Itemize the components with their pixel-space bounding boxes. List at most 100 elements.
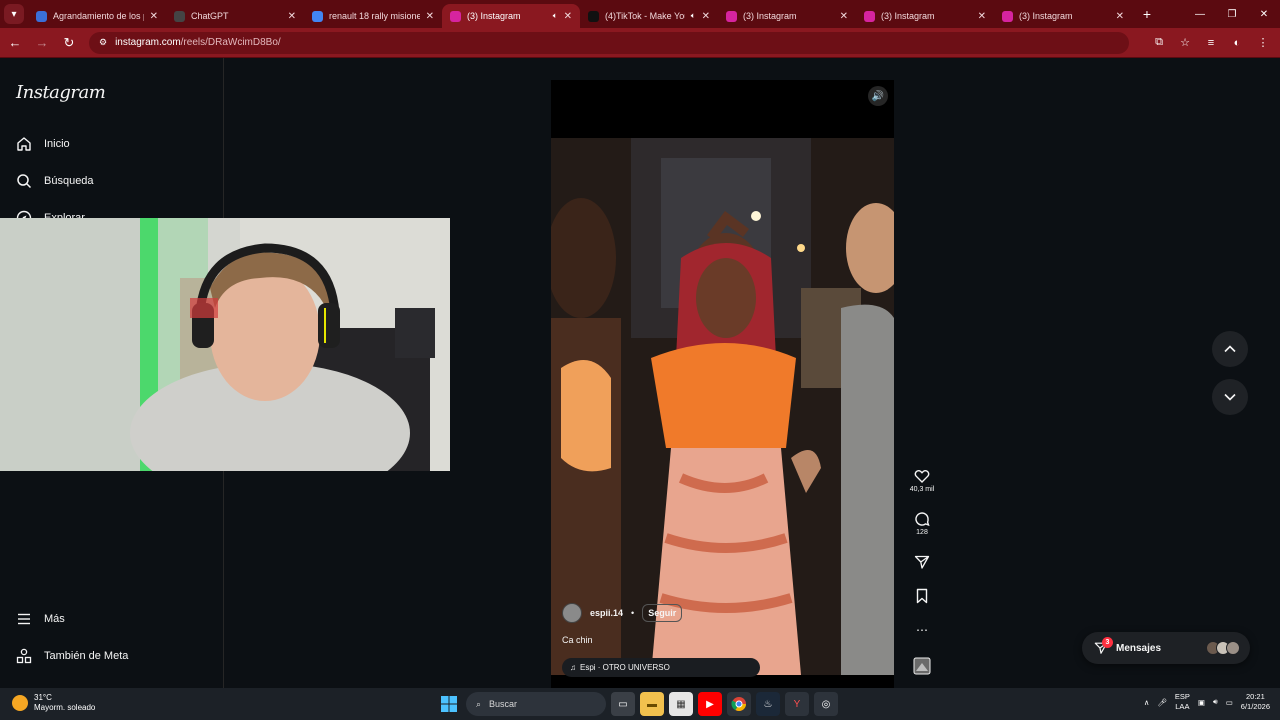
tab-close-icon[interactable]: ✕: [840, 11, 848, 22]
music-note-icon: ♫: [570, 663, 576, 672]
more-options-icon[interactable]: ⋯: [902, 623, 942, 637]
close-window-icon[interactable]: ✕: [1248, 0, 1280, 28]
tab-close-icon[interactable]: ✕: [150, 11, 158, 22]
media-control-icon[interactable]: ≡: [1200, 32, 1222, 54]
yandex-icon[interactable]: Y: [785, 692, 809, 716]
messages-button[interactable]: 3 Mensajes: [1082, 632, 1250, 664]
back-button[interactable]: ←: [3, 31, 27, 55]
youtube-icon[interactable]: ▶: [698, 692, 722, 716]
app-badge-icon[interactable]: ◎: [814, 692, 838, 716]
author-separator: •: [631, 608, 635, 618]
reel-video[interactable]: [551, 138, 894, 675]
nav-search[interactable]: Búsqueda: [16, 173, 94, 189]
new-tab-button[interactable]: +: [1136, 6, 1158, 22]
comment-icon: [915, 512, 930, 527]
browser-tab[interactable]: renault 18 rally misiones ✕: [304, 4, 442, 28]
address-bar[interactable]: ⚙ instagram.com/reels/DRaWcimD8Bo/: [89, 31, 1129, 54]
tab-close-icon[interactable]: ✕: [702, 11, 710, 22]
url-path: /reels/DRaWcimD8Bo/: [180, 37, 281, 48]
audio-cover-icon: [913, 657, 931, 675]
previous-reel-button[interactable]: [1212, 331, 1248, 367]
instagram-logo[interactable]: Instagram: [16, 82, 106, 103]
save-action[interactable]: [902, 588, 942, 606]
share-action[interactable]: [902, 554, 942, 572]
search-icon: [16, 173, 32, 189]
language-indicator[interactable]: ESP LAA: [1175, 692, 1190, 712]
reel-author: espii.14 • Seguir: [562, 603, 683, 623]
shield-icon: [36, 10, 47, 22]
browser-tab[interactable]: (3) Instagram 🔈︎ ✕: [442, 4, 580, 28]
file-explorer-icon[interactable]: ▬: [640, 692, 664, 716]
nav-more-label: Más: [44, 613, 65, 625]
taskbar-search[interactable]: ⌕ Buscar: [466, 692, 606, 716]
chrome-icon[interactable]: [727, 692, 751, 716]
next-reel-button[interactable]: [1212, 379, 1248, 415]
browser-tab[interactable]: Agrandamiento de los pe ✕: [28, 4, 166, 28]
browser-tab[interactable]: (3) Instagram ✕: [856, 4, 994, 28]
mute-toggle-icon[interactable]: 🔊: [868, 86, 888, 106]
tab-list: Agrandamiento de los pe ✕ ChatGPT ✕ renault …: [28, 0, 1132, 28]
forward-button[interactable]: →: [30, 31, 54, 55]
volume-icon[interactable]: 🔊︎: [1213, 697, 1218, 707]
screen: ▾ Agrandamiento de los pe ✕ ChatGPT ✕ renaul…: [0, 0, 1280, 720]
tab-audio-icon[interactable]: 🔈︎: [691, 11, 696, 21]
tab-close-icon[interactable]: ✕: [564, 11, 572, 22]
tab-close-icon[interactable]: ✕: [426, 11, 434, 22]
steam-icon[interactable]: ♨: [756, 692, 780, 716]
like-action[interactable]: 40,3 mil: [902, 468, 942, 493]
reload-button[interactable]: ↻: [57, 31, 81, 55]
tab-title: (3) Instagram: [467, 11, 521, 21]
tab-search-button[interactable]: ▾: [4, 4, 24, 24]
weather-widget[interactable]: 31°C Mayorm. soleado: [12, 693, 95, 713]
network-icon[interactable]: ▣: [1198, 698, 1205, 707]
follow-button[interactable]: Seguir: [642, 604, 683, 622]
browser-tab[interactable]: (4)TikTok - Make Your Day 🔈︎ ✕: [580, 4, 718, 28]
reel-caption: Ca chin: [562, 635, 593, 645]
install-app-icon[interactable]: ⧉: [1148, 32, 1170, 54]
task-view-icon[interactable]: ▭: [611, 692, 635, 716]
message-avatars: [1206, 641, 1240, 655]
store-icon[interactable]: ▦: [669, 692, 693, 716]
nav-meta[interactable]: También de Meta: [16, 648, 128, 664]
browser-toolbar: ← → ↻ ⚙ instagram.com/reels/DRaWcimD8Bo/…: [0, 28, 1280, 58]
tab-close-icon[interactable]: ✕: [978, 11, 986, 22]
chevron-down-icon: [1224, 393, 1236, 401]
comment-action[interactable]: 128: [902, 511, 942, 536]
restore-icon[interactable]: ❐: [1216, 0, 1248, 28]
tab-title: renault 18 rally misiones: [329, 11, 420, 21]
weather-temp: 31°C: [34, 693, 52, 702]
browser-tab[interactable]: (3) Instagram ✕: [994, 4, 1132, 28]
tab-close-icon[interactable]: ✕: [288, 11, 296, 22]
windows-start-icon[interactable]: [437, 692, 461, 716]
battery-icon[interactable]: ▭: [1226, 698, 1233, 707]
messages-badge: 3: [1102, 637, 1113, 648]
nav-more[interactable]: Más: [16, 611, 65, 627]
reel-audio-label: Espi · OTRO UNIVERSO: [580, 663, 670, 672]
reel-audio-chip[interactable]: ♫ Espi · OTRO UNIVERSO: [562, 658, 760, 677]
clock[interactable]: 20:21 6/1/2026: [1241, 692, 1270, 712]
minimize-icon[interactable]: —: [1184, 0, 1216, 28]
browser-tab[interactable]: ChatGPT ✕: [166, 4, 304, 28]
instagram-icon: [1002, 10, 1013, 22]
menu-icon[interactable]: ⋮: [1252, 32, 1274, 54]
nav-search-label: Búsqueda: [44, 175, 94, 187]
tray-chevron-icon[interactable]: ∧: [1144, 698, 1150, 707]
browser-tab[interactable]: (3) Instagram ✕: [718, 4, 856, 28]
audio-thumbnail[interactable]: [902, 657, 942, 677]
reel-player[interactable]: 🔊: [551, 80, 894, 688]
site-info-icon[interactable]: ⚙: [99, 37, 107, 48]
tab-close-icon[interactable]: ✕: [1116, 11, 1124, 22]
tab-audio-icon[interactable]: 🔈︎: [553, 11, 558, 21]
microphone-icon[interactable]: 🎤︎: [1157, 698, 1167, 707]
tab-title: Agrandamiento de los pe: [53, 11, 144, 21]
profile-icon[interactable]: ◐: [1226, 32, 1248, 54]
tab-title: (4)TikTok - Make Your Day: [605, 11, 685, 21]
weather-sun-icon: [12, 695, 28, 711]
bookmark-star-icon[interactable]: ☆: [1174, 32, 1196, 54]
system-tray: ∧ 🎤︎ ESP LAA ▣ 🔊︎ ▭ 20:21 6/1/2026: [1144, 692, 1270, 712]
nav-home[interactable]: Inicio: [16, 136, 70, 152]
like-count: 40,3 mil: [909, 486, 935, 493]
messages-label: Mensajes: [1116, 642, 1162, 654]
author-username[interactable]: espii.14: [590, 608, 623, 618]
author-avatar[interactable]: [562, 603, 582, 623]
